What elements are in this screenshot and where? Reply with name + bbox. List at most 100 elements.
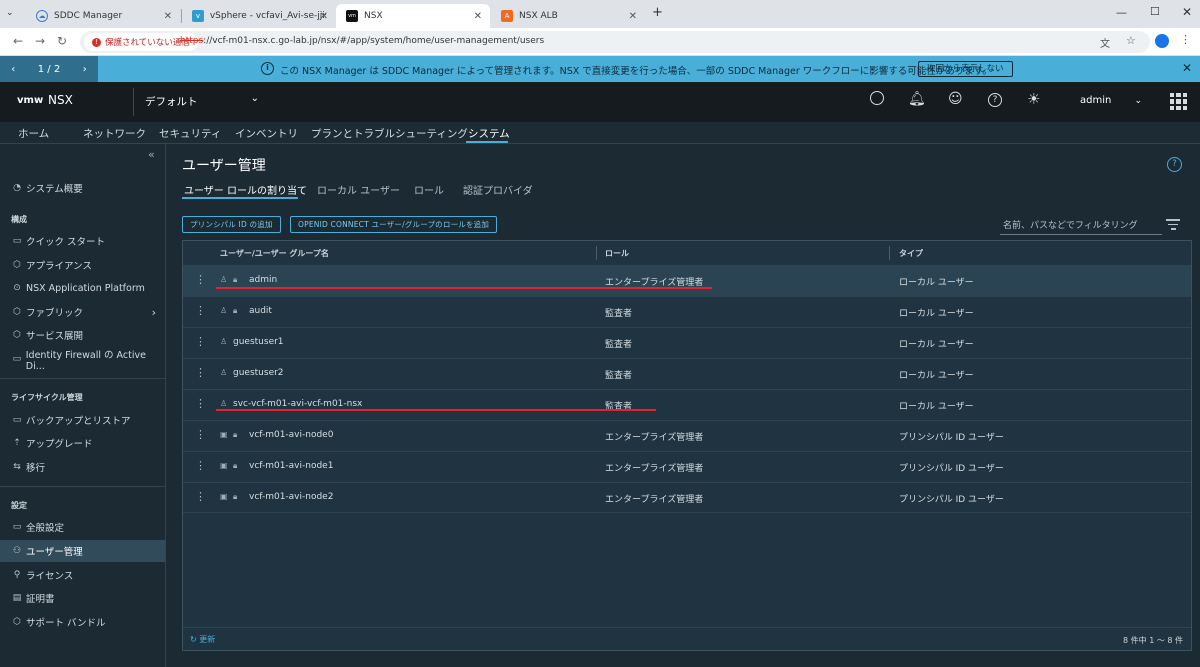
sidebar-item-migrate[interactable]: ⇆ 移行	[0, 456, 165, 478]
row-type: プリンシパル ID ユーザー	[899, 495, 1004, 505]
row-actions-icon[interactable]: ⋮	[195, 490, 206, 503]
translate-icon[interactable]: 文	[1100, 35, 1110, 50]
browser-menu-icon[interactable]: ⋮	[1180, 33, 1191, 46]
forward-icon[interactable]: →	[32, 34, 48, 48]
hide-banner-button[interactable]: 次回から表示しない	[918, 61, 1013, 77]
close-icon[interactable]: ✕	[164, 11, 172, 22]
row-actions-icon[interactable]: ⋮	[195, 428, 206, 441]
tab-auth-providers[interactable]: 認証プロバイダ	[463, 182, 533, 197]
close-icon[interactable]: ✕	[320, 11, 328, 22]
filter-icon[interactable]	[1166, 219, 1180, 230]
table-row[interactable]: ⋮ ▣ 🔒︎ vcf-m01-avi-node1 エンタープライズ管理者 プリン…	[183, 451, 1191, 482]
smiley-icon[interactable]: ☺	[948, 91, 963, 107]
tab-user-role-assignment[interactable]: ユーザー ロールの割り当て	[184, 182, 307, 197]
app-grid-icon[interactable]	[1170, 93, 1187, 110]
alb-icon: A	[501, 10, 513, 22]
sidebar-item-user-management[interactable]: ⚇ ユーザー管理	[0, 540, 165, 562]
refresh-button[interactable]: ↻ 更新	[190, 634, 215, 645]
column-header-role[interactable]: ロール	[605, 248, 629, 259]
table-row[interactable]: ⋮ ♙ guestuser1 監査者 ローカル ユーザー	[183, 327, 1191, 358]
pager-prev-icon[interactable]: ‹	[11, 64, 15, 75]
reload-icon[interactable]: ↻	[54, 34, 70, 48]
table-row[interactable]: ⋮ ♙ 🔒︎ admin エンタープライズ管理者 ローカル ユーザー	[183, 265, 1191, 296]
bookmark-star-icon[interactable]: ☆	[1126, 34, 1136, 47]
row-name: audit	[249, 306, 272, 316]
back-icon[interactable]: ←	[10, 34, 26, 48]
nav-network[interactable]: ネットワーク	[83, 126, 146, 141]
help-icon[interactable]: ?	[1167, 157, 1182, 172]
filter-input[interactable]: 名前、パスなどでフィルタリング	[1000, 216, 1162, 235]
user-role-grid: ユーザー/ユーザー グループ名 ロール タイプ ⋮ ♙ 🔒︎ admin エンタ…	[182, 240, 1192, 651]
window-close-button[interactable]: ✕	[1182, 5, 1192, 19]
browser-tab-sddc[interactable]: ☁ SDDC Manager ✕	[26, 4, 180, 28]
sidebar-item-nsx-app-platform[interactable]: ⊙ NSX Application Platform	[0, 277, 165, 299]
lock-icon: 🔒︎	[233, 306, 238, 315]
browser-tab-vsphere[interactable]: v vSphere - vcfavi_Avi-se-jjiso - ✕	[182, 4, 336, 28]
sidebar-item-support-bundle[interactable]: ⬡ サポート バンドル	[0, 611, 165, 633]
theme-sun-icon[interactable]: ☀	[1027, 90, 1040, 108]
profile-avatar-icon[interactable]	[1155, 34, 1169, 48]
nav-inventory[interactable]: インベントリ	[235, 126, 298, 141]
sidebar-item-upgrade[interactable]: ⇡ アップグレード	[0, 432, 165, 454]
minimize-button[interactable]: —	[1116, 6, 1127, 19]
sidebar-item-backup-restore[interactable]: ▭ バックアップとリストア	[0, 409, 165, 431]
sidebar-item-label: サポート バンドル	[26, 618, 106, 629]
sidebar-item-service-deployment[interactable]: ⬡ サービス展開	[0, 324, 165, 346]
row-actions-icon[interactable]: ⋮	[195, 459, 206, 472]
tab-list-chevron-icon[interactable]: ⌄	[6, 8, 14, 18]
sidebar-item-license[interactable]: ⚲ ライセンス	[0, 564, 165, 586]
nav-home[interactable]: ホーム	[18, 126, 49, 141]
bell-icon[interactable]: 🔔︎	[908, 91, 926, 107]
column-header-name[interactable]: ユーザー/ユーザー グループ名	[220, 248, 329, 259]
pager-next-icon[interactable]: ›	[83, 64, 87, 75]
row-actions-icon[interactable]: ⋮	[195, 366, 206, 379]
row-actions-icon[interactable]: ⋮	[195, 273, 206, 286]
table-row[interactable]: ⋮ ♙ guestuser2 監査者 ローカル ユーザー	[183, 358, 1191, 389]
sidebar-item-quick-start[interactable]: ▭ クイック スタート	[0, 230, 165, 252]
info-banner: ‹ 1 / 2 › i この NSX Manager は SDDC Manage…	[0, 56, 1200, 82]
sidebar-item-label: 移行	[26, 463, 46, 474]
main-content: ユーザー管理 ? ユーザー ロールの割り当て ローカル ユーザー ロール 認証プ…	[166, 144, 1200, 667]
lock-icon: 🔒︎	[233, 492, 238, 501]
search-icon[interactable]	[870, 91, 884, 105]
sidebar-item-system-overview[interactable]: ◔ システム概要	[0, 177, 165, 199]
principal-id-icon: ▣	[220, 461, 228, 470]
user-name: admin	[1080, 95, 1112, 106]
tab-local-users[interactable]: ローカル ユーザー	[317, 182, 400, 197]
user-menu[interactable]: admin ⌄	[1080, 95, 1142, 106]
collapse-sidebar-icon[interactable]: «	[148, 148, 155, 161]
maximize-button[interactable]: ☐	[1150, 5, 1160, 18]
table-row[interactable]: ⋮ ▣ 🔒︎ vcf-m01-avi-node2 エンタープライズ管理者 プリン…	[183, 482, 1191, 513]
row-actions-icon[interactable]: ⋮	[195, 335, 206, 348]
table-row[interactable]: ⋮ ▣ 🔒︎ vcf-m01-avi-node0 エンタープライズ管理者 プリン…	[183, 420, 1191, 451]
close-icon[interactable]: ✕	[1182, 61, 1192, 75]
url-box[interactable]: ! 保護されていない通信 https://vcf-m01-nsx.c.go-la…	[80, 31, 1150, 53]
sidebar-item-label: Identity Firewall の Active Di...	[25, 349, 146, 372]
table-row[interactable]: ⋮ ♙ svc-vcf-m01-avi-vcf-m01-nsx 監査者 ローカル…	[183, 389, 1191, 420]
close-icon[interactable]: ✕	[474, 11, 482, 22]
tab-roles[interactable]: ロール	[414, 182, 444, 197]
close-icon[interactable]: ✕	[629, 11, 637, 22]
sidebar-item-general-settings[interactable]: ▭ 全般設定	[0, 516, 165, 538]
browser-tab-nsx-alb[interactable]: A NSX ALB ✕	[491, 4, 645, 28]
browser-tab-nsx[interactable]: vm NSX ✕	[336, 4, 490, 28]
sidebar-item-appliances[interactable]: ⬡ アプライアンス	[0, 254, 165, 276]
nav-security[interactable]: セキュリティ	[159, 126, 221, 141]
help-menu-icon[interactable]: ?	[988, 93, 1002, 107]
backup-icon: ▭	[12, 415, 22, 425]
context-selector[interactable]: デフォルト ⌄	[145, 93, 263, 109]
column-header-type[interactable]: タイプ	[899, 248, 923, 259]
sidebar-item-certificates[interactable]: ▤ 証明書	[0, 587, 165, 609]
sidebar-item-identity-firewall[interactable]: ▭ Identity Firewall の Active Di...	[0, 348, 165, 372]
add-principal-id-button[interactable]: プリンシパル ID の追加	[182, 216, 281, 233]
row-role: エンタープライズ管理者	[605, 495, 704, 505]
table-row[interactable]: ⋮ ♙ 🔒︎ audit 監査者 ローカル ユーザー	[183, 296, 1191, 327]
new-tab-button[interactable]: +	[652, 5, 663, 20]
nav-system[interactable]: システム	[468, 126, 510, 141]
row-actions-icon[interactable]: ⋮	[195, 304, 206, 317]
add-oidc-role-button[interactable]: OPENID CONNECT ユーザー/グループのロールを追加	[290, 216, 498, 233]
sidebar-item-fabric[interactable]: ⬡ ファブリック ›	[0, 301, 165, 323]
sidebar-item-label: サービス展開	[26, 331, 84, 342]
row-actions-icon[interactable]: ⋮	[195, 397, 206, 410]
nav-plan-troubleshoot[interactable]: プランとトラブルシューティング	[311, 126, 468, 141]
